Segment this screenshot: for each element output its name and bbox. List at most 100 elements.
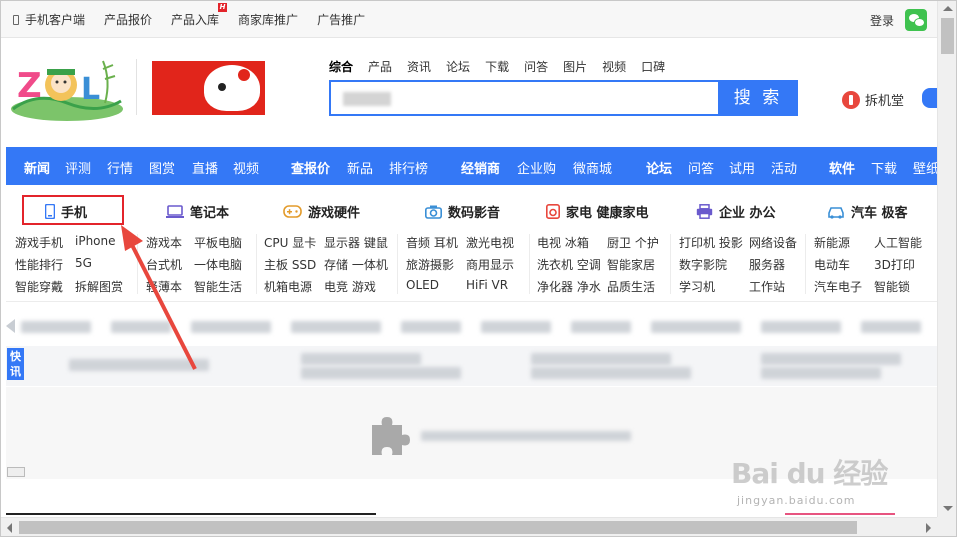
category-sub-link[interactable]: 服务器 [749,256,785,273]
nav-micro-mall[interactable]: 微商城 [573,158,612,177]
scroll-left-icon[interactable] [6,319,15,333]
tab-news[interactable]: 资讯 [407,58,431,75]
tab-product[interactable]: 产品 [368,58,392,75]
scroll-right-arrow[interactable] [926,523,931,533]
category-sub-link[interactable]: CPU 显卡 [264,234,316,251]
category-sub-link[interactable]: 智能生活 [194,278,242,295]
category-digital[interactable]: 数码影音 [425,202,500,221]
search-input[interactable] [329,80,719,116]
nav-ranking[interactable]: 排行榜 [389,158,428,177]
category-sub-link[interactable]: 台式机 [146,256,182,273]
jd-ad-banner[interactable] [152,61,265,115]
category-sub-link[interactable]: 打印机 投影 [679,234,743,251]
category-sub-link[interactable]: 游戏手机 [15,234,63,251]
login-link[interactable]: 登录 [870,12,894,29]
category-sub-link[interactable]: 5G [75,256,92,270]
nav-gallery[interactable]: 图赏 [149,158,175,177]
nav-new-products[interactable]: 新品 [347,158,373,177]
category-sub-link[interactable]: 性能排行 [15,256,63,273]
blurred-news[interactable] [761,353,901,365]
blurred-headline[interactable] [761,321,841,333]
tab-qa[interactable]: 问答 [524,58,548,75]
nav-qa[interactable]: 问答 [688,158,714,177]
category-sub-link[interactable]: 新能源 [814,234,850,251]
scroll-down-arrow[interactable] [943,506,953,511]
vertical-scrollbar[interactable] [937,1,956,517]
category-sub-link[interactable]: OLED [406,278,439,292]
category-sub-link[interactable]: 音频 耳机 [406,234,458,251]
category-sub-link[interactable]: 主板 SSD [264,256,316,273]
category-laptop[interactable]: 笔记本 [166,202,229,221]
blurred-headline[interactable] [481,321,551,333]
blurred-headline[interactable] [111,321,171,333]
blurred-news[interactable] [301,367,461,379]
nav-events[interactable]: 活动 [771,158,797,177]
category-sub-link[interactable]: 智能穿戴 [15,278,63,295]
category-sub-link[interactable]: HiFi VR [466,278,508,292]
category-sub-link[interactable]: 旅游摄影 [406,256,454,273]
chaijitang-link[interactable]: 拆机堂 [842,90,904,109]
category-sub-link[interactable]: 机箱电源 [264,278,312,295]
blurred-headline[interactable] [191,321,271,333]
category-sub-link[interactable]: 学习机 [679,278,715,295]
blurred-news[interactable] [69,359,209,371]
zol-logo[interactable]: Z L [7,51,127,123]
product-entry-link[interactable]: 产品入库 H [171,3,228,28]
mobile-client-link[interactable]: 手机客户端 [13,11,85,28]
nav-download[interactable]: 下载 [871,158,897,177]
category-sub-link[interactable]: 网络设备 [749,234,797,251]
blurred-news[interactable] [301,353,421,365]
horizontal-scroll-thumb[interactable] [19,521,857,534]
category-sub-link[interactable]: 平板电脑 [194,234,242,251]
category-sub-link[interactable]: 智能家居 [607,256,655,273]
ad-promo-link[interactable]: 广告推广 [317,11,365,28]
category-sub-link[interactable]: 洗衣机 空调 [537,256,601,273]
blurred-news[interactable] [531,367,691,379]
category-sub-link[interactable]: 一体电脑 [194,256,242,273]
blurred-headline[interactable] [571,321,631,333]
search-button[interactable]: 搜 索 [718,80,798,116]
category-sub-link[interactable]: 工作站 [749,278,785,295]
nav-review[interactable]: 评测 [65,158,91,177]
category-sub-link[interactable]: 净化器 净水 [537,278,601,295]
category-sub-link[interactable]: 3D打印 [874,256,915,273]
blurred-headline[interactable] [861,321,921,333]
nav-dealer[interactable]: 经销商 [461,158,500,177]
nav-wallpaper[interactable]: 壁纸 [913,158,939,177]
category-sub-link[interactable]: 拆解图赏 [75,278,123,295]
category-sub-link[interactable]: 游戏本 [146,234,182,251]
wechat-icon[interactable] [905,9,927,31]
nav-trial[interactable]: 试用 [729,158,755,177]
blurred-news[interactable] [531,353,671,365]
category-sub-link[interactable]: 数字影院 [679,256,727,273]
category-office[interactable]: 企业 办公 [696,202,776,221]
category-sub-link[interactable]: 存储 一体机 [324,256,388,273]
tab-forum[interactable]: 论坛 [446,58,470,75]
tab-all[interactable]: 综合 [329,58,353,75]
nav-news[interactable]: 新闻 [24,158,50,177]
nav-live[interactable]: 直播 [192,158,218,177]
tab-video[interactable]: 视频 [602,58,626,75]
category-sub-link[interactable]: 显示器 键鼠 [324,234,388,251]
horizontal-scrollbar[interactable] [1,517,937,536]
vertical-scroll-thumb[interactable] [941,18,954,54]
scroll-up-arrow[interactable] [943,6,953,11]
nav-forum[interactable]: 论坛 [646,158,672,177]
category-sub-link[interactable]: 品质生活 [607,278,655,295]
scroll-left-arrow[interactable] [7,523,12,533]
price-link[interactable]: 产品报价 [104,11,152,28]
blurred-headline[interactable] [651,321,741,333]
category-sub-link[interactable]: 电视 冰箱 [537,234,589,251]
category-appliance[interactable]: 家电 健康家电 [546,202,649,221]
blurred-headline[interactable] [21,321,91,333]
category-sub-link[interactable]: 汽车电子 [814,278,862,295]
category-sub-link[interactable]: 智能锁 [874,278,910,295]
category-sub-link[interactable]: 电动车 [814,256,850,273]
category-sub-link[interactable]: 厨卫 个护 [607,234,659,251]
nav-price[interactable]: 查报价 [291,158,330,177]
category-sub-link[interactable]: 人工智能 [874,234,922,251]
blurred-headline[interactable] [401,321,461,333]
category-sub-link[interactable]: 轻薄本 [146,278,182,295]
nav-software[interactable]: 软件 [829,158,855,177]
category-sub-link[interactable]: iPhone [75,234,116,248]
